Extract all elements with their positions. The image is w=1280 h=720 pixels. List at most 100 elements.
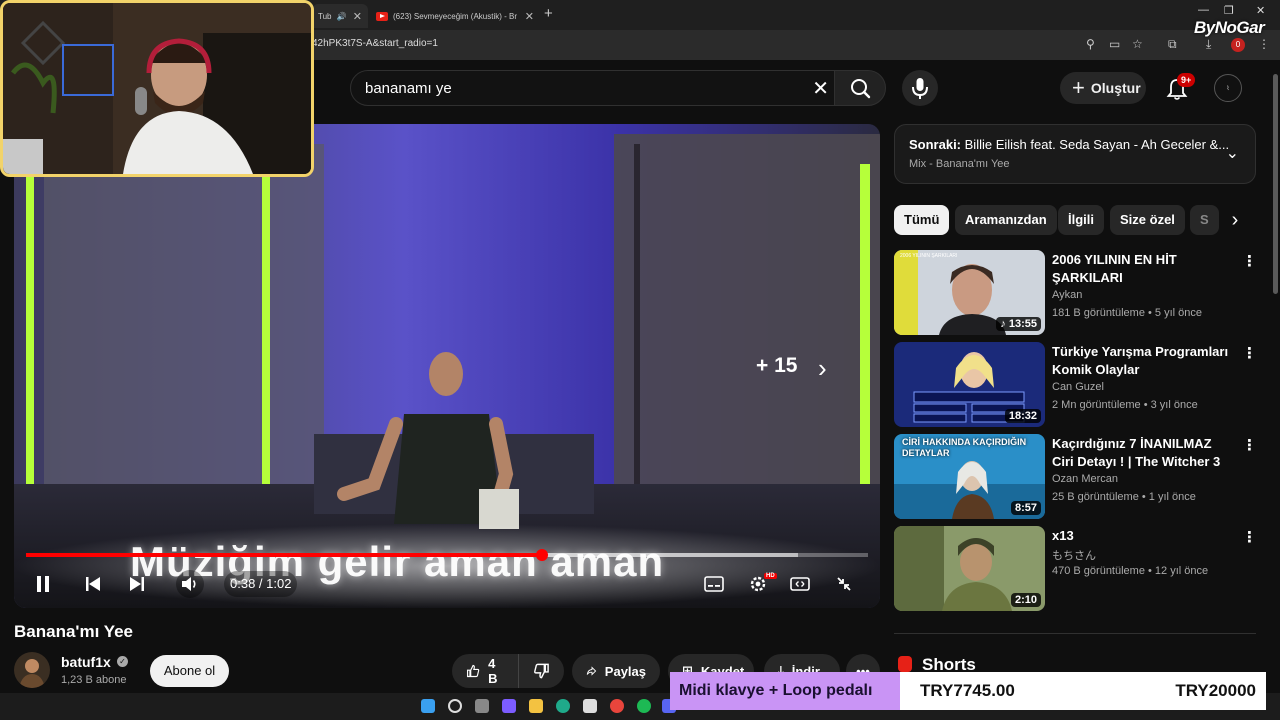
maximize-icon[interactable]: ❐: [1224, 4, 1234, 17]
video-thumbnail[interactable]: 18:32: [894, 342, 1045, 427]
recommendation-item[interactable]: 18:32 Türkiye Yarışma Programları Komik …: [894, 342, 1257, 428]
donation-goal-amounts: TRY7745.00 TRY20000: [900, 672, 1266, 710]
thumbs-down-icon: [534, 663, 549, 679]
next-up-playlist: Mix - Banana'mı Yee: [909, 158, 1010, 170]
dislike-button[interactable]: [518, 654, 564, 688]
skip-forward-arrow-icon[interactable]: ›: [818, 353, 827, 384]
search-box[interactable]: bananamı ye ✕: [350, 70, 840, 106]
voice-search-button[interactable]: [902, 70, 938, 106]
create-button[interactable]: + Oluştur: [1060, 72, 1146, 104]
new-tab-button[interactable]: +: [544, 5, 553, 22]
tab-label: Tub: [318, 11, 332, 21]
kebab-menu-icon[interactable]: ⋮: [1242, 252, 1257, 270]
recommendation-item[interactable]: 2006 YILININ ŞARKILARI ♪ 13:55 2006 YILI…: [894, 250, 1257, 336]
volume-button[interactable]: [176, 570, 204, 598]
store-icon[interactable]: [583, 699, 597, 713]
recommendation-title[interactable]: x13: [1052, 527, 1232, 545]
copilot-icon[interactable]: [502, 699, 516, 713]
create-label: Oluştur: [1090, 80, 1141, 96]
video-frame: [14, 124, 880, 608]
time-display: 0:38 / 1:02: [224, 571, 298, 597]
chips-next-arrow-icon[interactable]: ›: [1222, 206, 1248, 234]
channel-avatar[interactable]: [14, 652, 50, 688]
browser-tab-active[interactable]: (623) Sevmeyeceğim (Akustik) - Br ✕: [370, 4, 540, 28]
tab-label: (623) Sevmeyeceğim (Akustik) - Br: [393, 11, 518, 21]
kebab-menu-icon[interactable]: ⋮: [1242, 528, 1257, 546]
file-explorer-icon[interactable]: [529, 699, 543, 713]
video-thumbnail[interactable]: 2006 YILININ ŞARKILARI ♪ 13:55: [894, 250, 1045, 335]
tab-close-icon[interactable]: ✕: [353, 10, 362, 23]
subscriber-count: 1,23 B abone: [61, 674, 127, 686]
recommendation-channel[interactable]: Aykan: [1052, 289, 1082, 301]
skip-forward-label[interactable]: + 15: [756, 354, 797, 378]
next-button[interactable]: [126, 572, 148, 596]
recommendation-meta: 25 B görüntüleme • 1 yıl önce: [1052, 491, 1196, 503]
subtitles-button[interactable]: [702, 572, 726, 596]
fullscreen-exit-button[interactable]: [832, 572, 856, 596]
recommendation-item[interactable]: 2:10 x13 もちさん 470 B görüntüleme • 12 yıl…: [894, 526, 1257, 612]
video-thumbnail[interactable]: 2:10: [894, 526, 1045, 611]
like-button[interactable]: 4 B: [452, 654, 518, 688]
kebab-menu-icon[interactable]: ⋮: [1242, 436, 1257, 454]
share-button[interactable]: Paylaş: [572, 654, 660, 688]
scrollbar-thumb[interactable]: [1273, 74, 1278, 294]
tab-close-icon[interactable]: ✕: [525, 10, 534, 23]
recommendation-title[interactable]: Türkiye Yarışma Programları Komik Olayla…: [1052, 343, 1232, 379]
chip-from-search[interactable]: Aramanızdan: [955, 205, 1057, 235]
verified-check-icon: ✓: [117, 656, 128, 667]
chevron-down-icon[interactable]: ⌄: [1226, 143, 1239, 163]
minimize-icon[interactable]: —: [1198, 4, 1209, 16]
speaker-icon[interactable]: 🔊: [337, 12, 347, 21]
window-close-icon[interactable]: ✕: [1256, 4, 1265, 17]
video-duration: 8:57: [1010, 501, 1041, 515]
video-duration: 2:10: [1010, 593, 1041, 607]
chip-all[interactable]: Tümü: [894, 205, 950, 235]
cast-icon[interactable]: ▭: [1109, 37, 1120, 51]
taskbar-search-icon[interactable]: [448, 699, 462, 713]
windows-start-icon[interactable]: [421, 699, 435, 713]
recommendation-title[interactable]: Kaçırdığınız 7 İNANILMAZ Ciri Detayı ! |…: [1052, 435, 1232, 471]
task-view-icon[interactable]: [475, 699, 489, 713]
video-player[interactable]: [14, 124, 880, 608]
chrome-icon[interactable]: [610, 699, 624, 713]
pause-icon: [37, 576, 49, 592]
url-field[interactable]: 42hPK3t7S-A&start_radio=1: [312, 38, 438, 49]
channel-name[interactable]: batuf1x: [61, 654, 111, 670]
downloads-icon[interactable]: ⤓: [1206, 37, 1211, 52]
search-input[interactable]: bananamı ye: [365, 80, 452, 97]
recommendation-meta: 470 B görüntüleme • 12 yıl önce: [1052, 565, 1209, 577]
pause-button[interactable]: [32, 572, 54, 596]
thumbnail-caption: CİRİ HAKKINDA KAÇIRDIĞIN DETAYLAR: [902, 437, 1027, 458]
zoom-icon[interactable]: ⚲: [1086, 37, 1095, 51]
account-avatar[interactable]: ⌇: [1214, 74, 1242, 102]
browser-tab[interactable]: Tub 🔊 ✕: [312, 4, 368, 28]
chip-more[interactable]: S: [1190, 205, 1219, 235]
page-scrollbar[interactable]: [1270, 64, 1280, 694]
spotify-icon[interactable]: [637, 699, 651, 713]
recommendation-item[interactable]: CİRİ HAKKINDA KAÇIRDIĞIN DETAYLAR 8:57 K…: [894, 434, 1257, 520]
share-arrow-icon: [586, 666, 597, 676]
next-up-panel[interactable]: Sonraki: Billie Eilish feat. Seda Sayan …: [894, 124, 1256, 184]
search-icon: [851, 79, 871, 99]
video-thumbnail[interactable]: CİRİ HAKKINDA KAÇIRDIĞIN DETAYLAR 8:57: [894, 434, 1045, 519]
next-up-title: Billie Eilish feat. Seda Sayan - Ah Gece…: [964, 137, 1230, 152]
thumbnail-caption: 2006 YILININ ŞARKILARI: [900, 253, 958, 259]
search-button[interactable]: [834, 70, 886, 106]
theater-mode-button[interactable]: [788, 572, 812, 596]
subscribe-button[interactable]: Abone ol: [150, 655, 229, 687]
recommendation-channel[interactable]: もちさん: [1052, 547, 1096, 563]
stream-watermark-logo: ByNoGar: [1194, 18, 1265, 37]
edge-icon[interactable]: [556, 699, 570, 713]
recommendation-channel[interactable]: Can Guzel: [1052, 381, 1104, 393]
chip-for-you[interactable]: Size özel: [1110, 205, 1185, 235]
kebab-menu-icon[interactable]: ⋮: [1242, 344, 1257, 362]
bookmark-star-icon[interactable]: ☆: [1132, 37, 1143, 51]
previous-button[interactable]: [82, 572, 104, 596]
extensions-icon[interactable]: ⧉: [1168, 37, 1177, 52]
recommendation-channel[interactable]: Ozan Mercan: [1052, 473, 1118, 485]
clear-search-icon[interactable]: ✕: [812, 76, 829, 101]
chip-related[interactable]: İlgili: [1058, 205, 1104, 235]
recommendation-title[interactable]: 2006 YILININ EN HİT ŞARKILARI: [1052, 251, 1232, 287]
browser-menu-icon[interactable]: ⋮: [1258, 37, 1270, 51]
shorts-divider: [894, 633, 1256, 634]
